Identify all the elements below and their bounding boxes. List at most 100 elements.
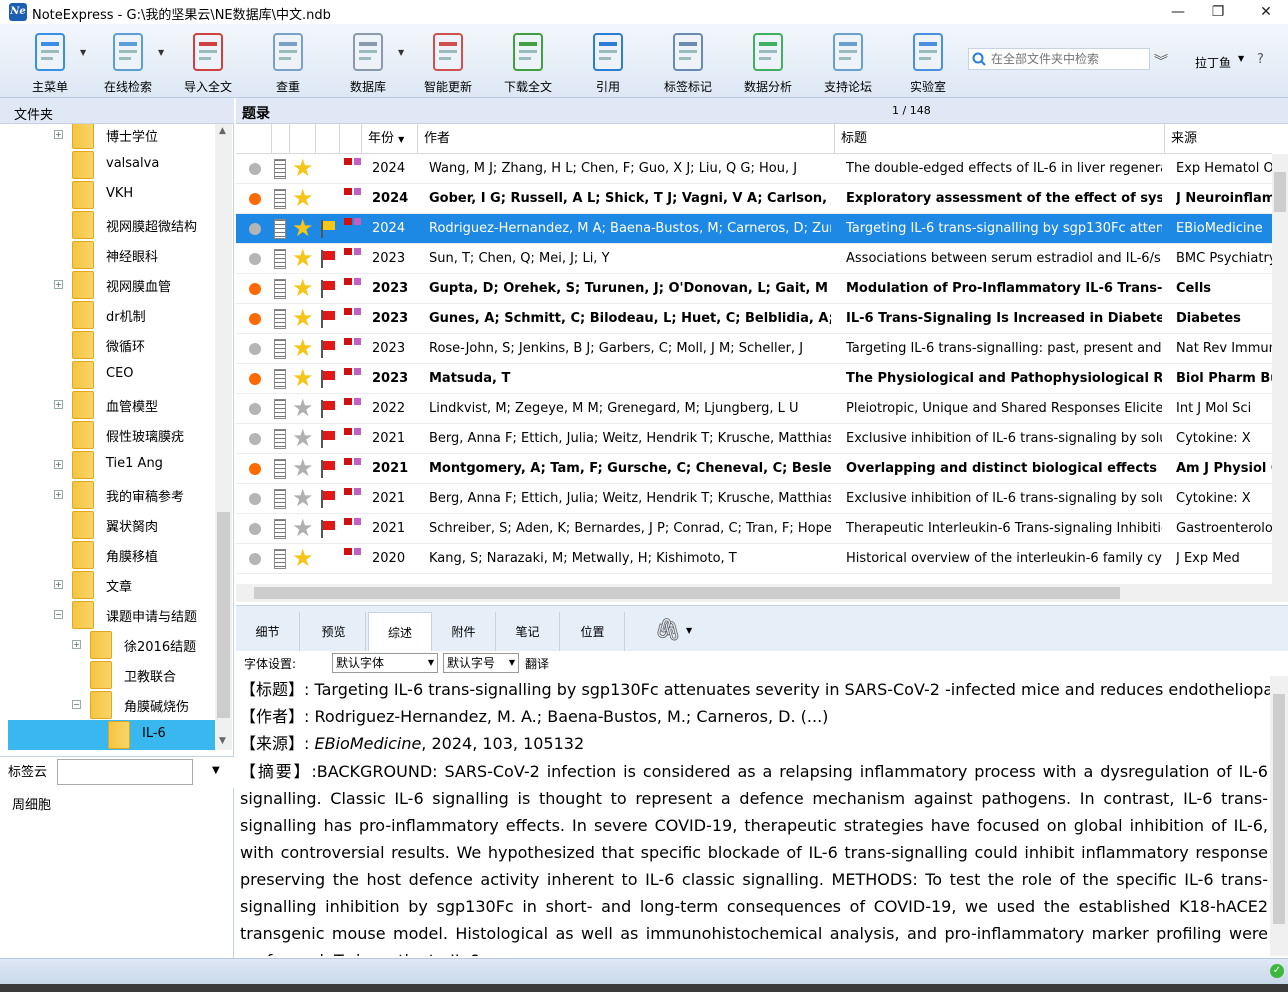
- col-source[interactable]: 来源: [1165, 124, 1272, 154]
- table-row[interactable]: ★ 2024 Wang, M J; Zhang, H L; Chen, F; Guo…: [236, 154, 1272, 184]
- star-icon[interactable]: ★: [292, 275, 314, 301]
- flag-icon[interactable]: [320, 220, 336, 238]
- records-horizontal-scrollbar[interactable]: [236, 584, 1288, 602]
- flag-icon[interactable]: [320, 250, 336, 268]
- read-status-icon[interactable]: [249, 163, 261, 175]
- expand-icon[interactable]: +: [54, 130, 63, 139]
- folder-item[interactable]: 卫教联合: [8, 660, 215, 690]
- star-icon[interactable]: ★: [292, 395, 314, 421]
- read-status-icon[interactable]: [249, 493, 261, 505]
- flag-icon[interactable]: [320, 400, 336, 418]
- flag-icon[interactable]: [320, 310, 336, 328]
- star-icon[interactable]: ★: [292, 245, 314, 271]
- toolbar-button-1[interactable]: 在线检索 ▼: [90, 28, 166, 96]
- read-status-icon[interactable]: [249, 193, 261, 205]
- search-options-chevron-icon[interactable]: ︾: [1154, 51, 1168, 71]
- folder-item[interactable]: + Tie1 Ang: [8, 450, 215, 480]
- attach-dropdown-icon[interactable]: ▼: [686, 626, 692, 635]
- tag-cloud-input[interactable]: [57, 759, 193, 785]
- table-row[interactable]: ★ 2023 Gunes, A; Schmitt, C; Bilodeau, L; …: [236, 304, 1272, 334]
- dropdown-caret-icon[interactable]: ▼: [398, 48, 404, 57]
- scrollbar-thumb[interactable]: [1274, 172, 1286, 212]
- folder-item[interactable]: valsalva: [8, 150, 215, 180]
- table-row[interactable]: ★ 2022 Lindkvist, M; Zegeye, M M; Grenegar…: [236, 394, 1272, 424]
- search-input[interactable]: [991, 51, 1143, 67]
- table-row[interactable]: ★ 2024 Gober, I G; Russell, A L; Shick, T …: [236, 184, 1272, 214]
- col-read-status[interactable]: [236, 124, 272, 154]
- dropdown-caret-icon[interactable]: ▼: [158, 48, 164, 57]
- tag-cloud-item[interactable]: 周细胞: [12, 794, 51, 813]
- read-status-icon[interactable]: [249, 463, 261, 475]
- detail-tab[interactable]: 综述: [368, 612, 432, 652]
- star-icon[interactable]: ★: [292, 455, 314, 481]
- read-status-icon[interactable]: [249, 433, 261, 445]
- minimize-button[interactable]: —: [1160, 0, 1196, 24]
- expand-icon[interactable]: +: [54, 400, 63, 409]
- flag-icon[interactable]: [320, 370, 336, 388]
- table-row[interactable]: ★ 2021 Schreiber, S; Aden, K; Bernardes, J…: [236, 514, 1272, 544]
- table-row[interactable]: ★ 2020 Kang, S; Narazaki, M; Metwally, H; …: [236, 544, 1272, 574]
- table-row[interactable]: ★ 2023 Gupta, D; Orehek, S; Turunen, J; O'…: [236, 274, 1272, 304]
- user-name[interactable]: 拉丁鱼: [1195, 54, 1231, 71]
- folder-item[interactable]: 视网膜超微结构: [8, 210, 215, 240]
- close-button[interactable]: ✕: [1248, 0, 1284, 24]
- col-star[interactable]: [290, 124, 316, 154]
- star-icon[interactable]: ★: [292, 485, 314, 511]
- read-status-icon[interactable]: [249, 553, 261, 565]
- col-title[interactable]: 标题: [835, 124, 1165, 154]
- toolbar-button-9[interactable]: 数据分析: [730, 28, 806, 96]
- table-row[interactable]: ★ 2023 Sun, T; Chen, Q; Mei, J; Li, Y Assoc…: [236, 244, 1272, 274]
- flag-icon[interactable]: [320, 280, 336, 298]
- table-row[interactable]: ★ 2023 Rose-John, S; Jenkins, B J; Garbers…: [236, 334, 1272, 364]
- maximize-button[interactable]: ❐: [1200, 0, 1236, 24]
- folder-item[interactable]: − 角膜碱烧伤: [8, 690, 215, 720]
- flag-icon[interactable]: [320, 340, 336, 358]
- expand-icon[interactable]: +: [54, 490, 63, 499]
- toolbar-button-10[interactable]: 支持论坛: [810, 28, 886, 96]
- folder-item[interactable]: 翼状胬肉: [8, 510, 215, 540]
- table-row[interactable]: ★ 2024 Rodriguez-Hernandez, M A; Baena-Bus…: [236, 214, 1272, 244]
- folder-item[interactable]: + 血管模型: [8, 390, 215, 420]
- collapse-icon[interactable]: −: [54, 610, 63, 619]
- col-year[interactable]: 年份 ▼: [362, 124, 418, 154]
- scrollbar-thumb[interactable]: [217, 512, 230, 718]
- toolbar-button-8[interactable]: 标签标记: [650, 28, 726, 96]
- toolbar-button-3[interactable]: 查重: [250, 28, 326, 96]
- detail-tab[interactable]: 细节: [236, 612, 300, 652]
- col-author[interactable]: 作者: [418, 124, 835, 154]
- folder-item[interactable]: IL-6: [8, 720, 215, 750]
- detail-tab[interactable]: 预览: [302, 612, 366, 652]
- star-icon[interactable]: ★: [292, 155, 314, 181]
- paperclip-icon[interactable]: 🖇: [654, 618, 682, 643]
- folder-item[interactable]: dr机制: [8, 300, 215, 330]
- col-doc[interactable]: [272, 124, 290, 154]
- detail-tab[interactable]: 笔记: [496, 612, 560, 652]
- folder-item[interactable]: + 徐2016结题: [8, 630, 215, 660]
- expand-icon[interactable]: +: [54, 460, 63, 469]
- dropdown-caret-icon[interactable]: ▼: [80, 48, 86, 57]
- star-icon[interactable]: ★: [292, 215, 314, 241]
- read-status-icon[interactable]: [249, 373, 261, 385]
- toolbar-button-0[interactable]: 主菜单 ▼: [12, 28, 88, 96]
- scroll-up-icon[interactable]: ▲: [219, 126, 226, 136]
- folder-tree-scrollbar[interactable]: ▲ ▼: [215, 124, 232, 750]
- star-icon[interactable]: ★: [292, 305, 314, 331]
- col-attach[interactable]: [340, 124, 362, 154]
- folder-item[interactable]: 假性玻璃膜疣: [8, 420, 215, 450]
- help-icon[interactable]: ?: [1257, 52, 1264, 67]
- read-status-icon[interactable]: [249, 313, 261, 325]
- user-menu-caret-icon[interactable]: ▼: [1238, 54, 1244, 63]
- expand-icon[interactable]: +: [54, 280, 63, 289]
- toolbar-button-7[interactable]: 引用: [570, 28, 646, 96]
- toolbar-button-5[interactable]: 智能更新: [410, 28, 486, 96]
- folder-item[interactable]: + 我的审稿参考: [8, 480, 215, 510]
- folder-item[interactable]: VKH: [8, 180, 215, 210]
- star-icon[interactable]: ★: [292, 545, 314, 571]
- read-status-icon[interactable]: [249, 403, 261, 415]
- folder-item[interactable]: 微循环: [8, 330, 215, 360]
- toolbar-button-11[interactable]: 实验室: [890, 28, 966, 96]
- scrollbar-thumb[interactable]: [1273, 694, 1285, 924]
- expand-icon[interactable]: +: [54, 580, 63, 589]
- detail-tab[interactable]: 附件: [432, 612, 496, 652]
- records-vertical-scrollbar[interactable]: [1272, 154, 1288, 584]
